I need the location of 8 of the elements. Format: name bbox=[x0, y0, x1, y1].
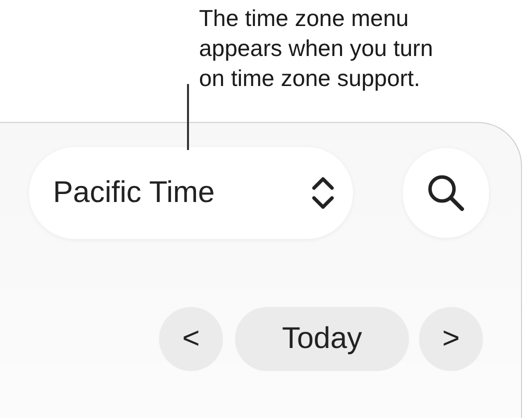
next-button[interactable]: > bbox=[419, 307, 483, 371]
leader-line bbox=[187, 84, 188, 150]
today-button[interactable]: Today bbox=[235, 307, 409, 371]
callout-text: The time zone menu appears when you turn on time zone support. bbox=[199, 4, 433, 93]
previous-button[interactable]: < bbox=[159, 307, 223, 371]
search-icon bbox=[427, 174, 465, 212]
time-zone-menu[interactable]: Pacific Time bbox=[29, 147, 353, 239]
chevron-up-down-icon bbox=[311, 176, 335, 210]
